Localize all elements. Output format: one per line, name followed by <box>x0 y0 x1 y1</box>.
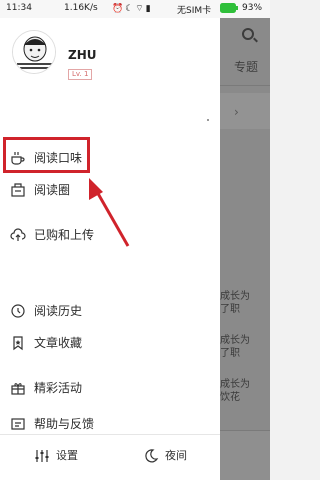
gift-icon <box>10 380 26 396</box>
moon-icon: ☾ <box>125 4 136 14</box>
divider <box>220 85 270 86</box>
background-text: 成长为 <box>220 335 250 346</box>
background-text: 成长为 <box>220 291 250 302</box>
battery-percent: 93% <box>242 3 263 13</box>
background-text: 了职 <box>220 304 240 315</box>
settings-button[interactable]: 设置 <box>34 444 94 470</box>
settings-label: 设置 <box>56 449 78 462</box>
background-text: 成长为 <box>220 379 250 390</box>
carrier-label: 无SIM卡 <box>177 6 212 16</box>
menu-item-article-favorites[interactable]: 文章收藏 <box>0 328 220 358</box>
reading-circle-icon <box>10 182 26 198</box>
background-app-overlay[interactable]: 专题 › 成长为 了职 成长为 了职 成长为 饮花 <box>220 18 270 480</box>
menu-item-events[interactable]: 精彩活动 <box>0 373 220 403</box>
night-mode-button[interactable]: 夜间 <box>143 444 203 470</box>
network-speed: 1.16K/s <box>64 3 98 13</box>
background-text: 了职 <box>220 348 240 359</box>
search-icon <box>242 28 254 40</box>
status-bar: 11:34 1.16K/s ⏰☾⌔▮ 无SIM卡 93% <box>0 0 270 18</box>
night-mode-label: 夜间 <box>165 449 187 462</box>
menu-item-label: 帮助与反馈 <box>34 417 95 431</box>
menu-item-label: 阅读圈 <box>34 183 71 197</box>
cloud-upload-icon <box>10 227 26 243</box>
menu-item-label: 文章收藏 <box>34 336 83 350</box>
feedback-icon <box>10 416 26 432</box>
moon-icon <box>143 448 159 464</box>
status-time: 11:34 <box>6 3 32 13</box>
bookmark-icon <box>10 335 26 351</box>
menu-item-purchased-uploads[interactable]: 已购和上传 <box>0 220 220 250</box>
menu-item-reading-circle[interactable]: 阅读圈 <box>0 175 220 205</box>
user-name[interactable]: ZHU <box>68 48 97 62</box>
avatar-image <box>13 31 55 73</box>
side-drawer: ZHU Lv. 1 阅读口味 阅读圈 已购和上传 阅读历史 文章收藏 精彩活动 … <box>0 18 220 480</box>
chevron-right-icon: › <box>234 105 239 119</box>
divider-dot <box>207 119 209 121</box>
avatar[interactable] <box>12 30 56 74</box>
menu-item-label: 精彩活动 <box>34 381 83 395</box>
background-card <box>220 93 270 129</box>
signal-icon: ▮ <box>145 4 153 14</box>
settings-sliders-icon <box>34 448 50 464</box>
annotation-highlight-box <box>3 137 90 173</box>
alarm-icon: ⏰ <box>112 4 126 14</box>
menu-item-label: 已购和上传 <box>34 228 95 242</box>
status-icons: ⏰☾⌔▮ <box>112 3 153 14</box>
background-bottom-bar <box>220 430 270 480</box>
history-icon <box>10 303 26 319</box>
level-badge: Lv. 1 <box>68 69 93 80</box>
wifi-icon: ⌔ <box>135 4 146 14</box>
battery-icon <box>220 3 238 16</box>
topic-tab: 专题 <box>234 60 259 74</box>
background-text: 饮花 <box>220 392 240 403</box>
menu-item-label: 阅读历史 <box>34 304 83 318</box>
menu-item-reading-history[interactable]: 阅读历史 <box>0 296 220 326</box>
footer-divider <box>0 434 220 435</box>
